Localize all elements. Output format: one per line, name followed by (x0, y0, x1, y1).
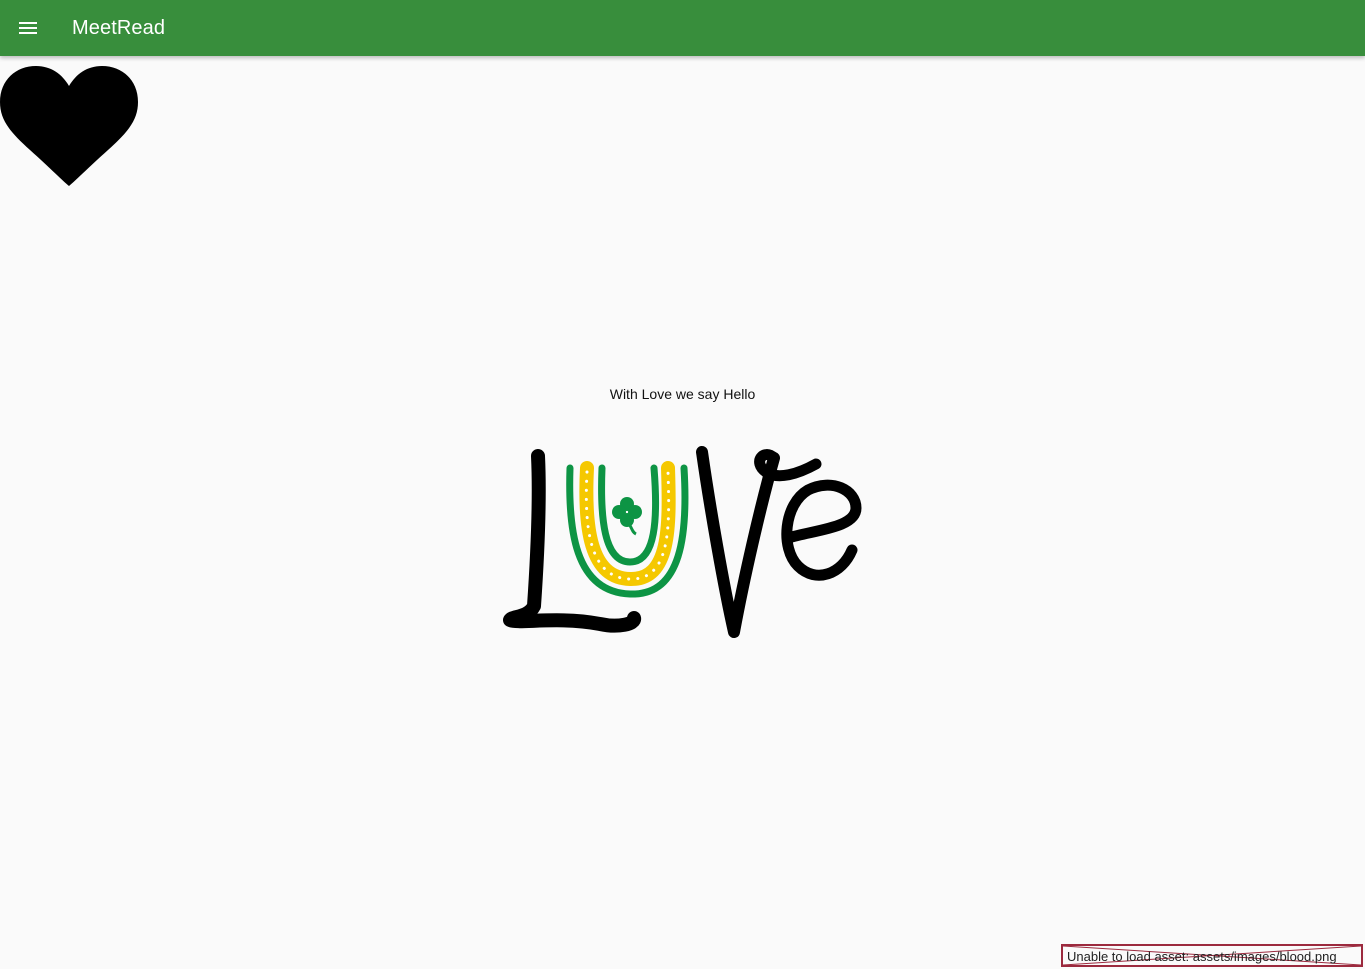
hamburger-menu-icon (19, 22, 37, 34)
greeting-text: With Love we say Hello (609, 386, 756, 402)
asset-error-message: Unable to load asset: assets/images/bloo… (1067, 949, 1337, 964)
heart-icon (0, 66, 138, 186)
asset-error-placeholder: Unable to load asset: assets/images/bloo… (1061, 944, 1363, 967)
app-title: MeetRead (72, 16, 166, 39)
menu-button[interactable] (0, 0, 56, 56)
app-bar: MeetRead (0, 0, 1365, 56)
love-lettering-image (503, 446, 862, 638)
